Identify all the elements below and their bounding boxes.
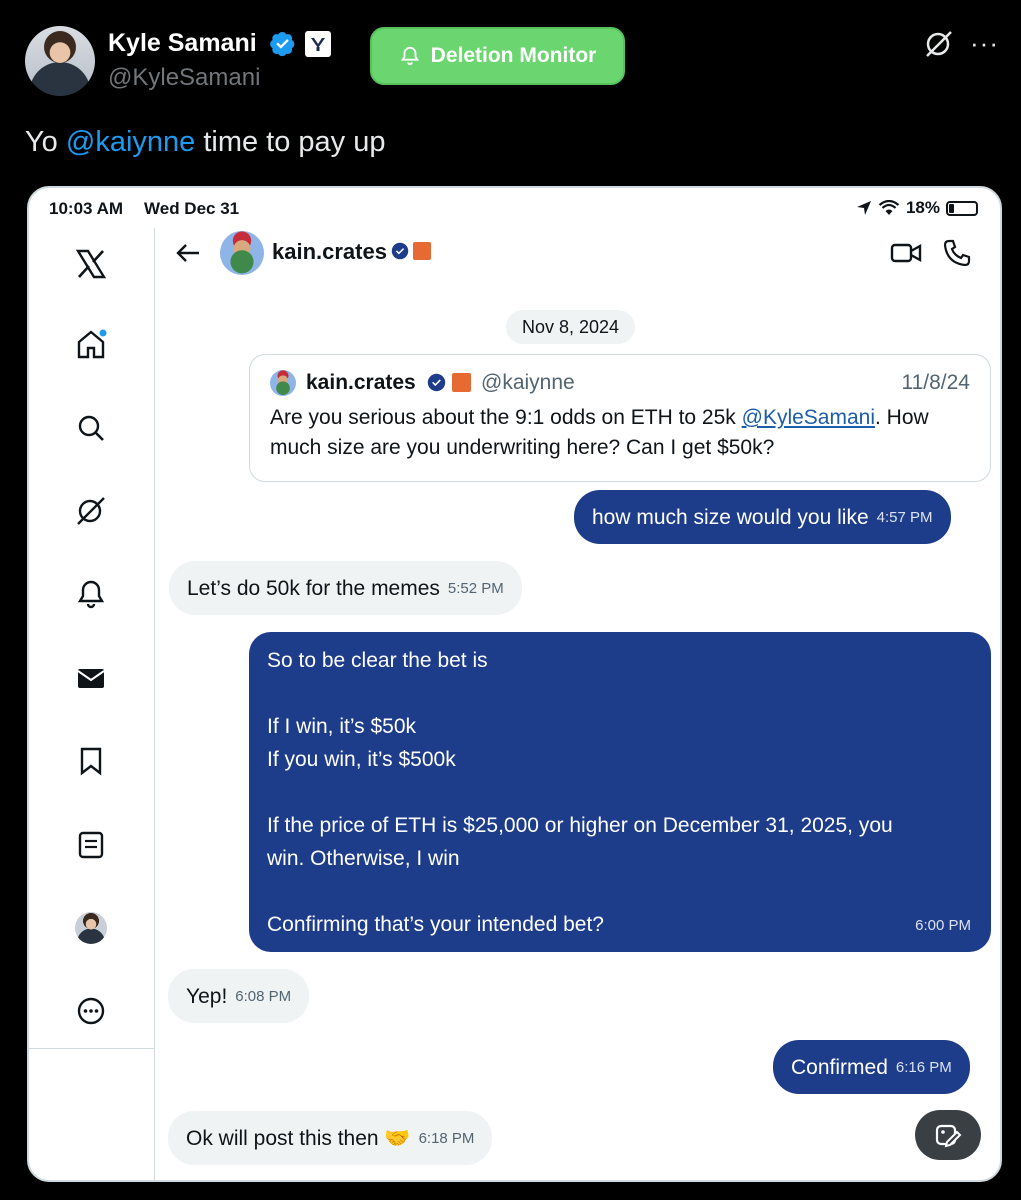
message-line bbox=[267, 875, 973, 908]
tweet-text-suffix: time to pay up bbox=[195, 126, 386, 158]
grok-icon[interactable] bbox=[922, 27, 956, 61]
message-time: 6:18 PM bbox=[418, 1129, 475, 1147]
message-outgoing[interactable]: how much size would you like 4:57 PM bbox=[574, 490, 951, 544]
message-line: If I win, it’s $50k bbox=[267, 715, 417, 738]
battery-icon bbox=[946, 200, 978, 216]
profile-avatar[interactable] bbox=[71, 908, 111, 948]
message-line: So to be clear the bet is bbox=[267, 649, 488, 672]
phone-call-icon[interactable] bbox=[942, 238, 972, 268]
bell-icon bbox=[400, 46, 419, 66]
message-line: If you win, it’s $500k bbox=[267, 748, 456, 771]
mention-link[interactable]: @kaiynne bbox=[66, 126, 195, 158]
affiliate-badge-icon bbox=[305, 31, 331, 57]
message-text: Let’s do 50k for the memes bbox=[187, 576, 440, 600]
deletion-monitor-button[interactable]: Deletion Monitor bbox=[370, 27, 625, 85]
affiliate-badge-icon bbox=[452, 373, 471, 392]
x-logo-icon[interactable] bbox=[71, 244, 111, 284]
home-icon[interactable] bbox=[71, 324, 111, 364]
message-outgoing[interactable]: So to be clear the bet is If I win, it’s… bbox=[249, 632, 991, 952]
message-text: Confirmed bbox=[791, 1055, 888, 1079]
message-outgoing[interactable]: Confirmed 6:16 PM bbox=[773, 1040, 970, 1094]
messages-icon[interactable] bbox=[71, 658, 111, 698]
quoted-post-card[interactable]: kain.crates @kaiynne 11/8/24 Are you ser… bbox=[249, 354, 991, 482]
sidebar-divider bbox=[29, 1048, 155, 1049]
conversation-header: kain.crates bbox=[155, 228, 1000, 284]
author-handle[interactable]: @KyleSamani bbox=[108, 64, 260, 92]
date-divider: Nov 8, 2024 bbox=[506, 310, 636, 344]
status-date: Wed Dec 31 bbox=[144, 199, 240, 218]
status-bar: 10:03 AM Wed Dec 31 18% bbox=[29, 188, 1000, 228]
message-text: Ok will post this then 🤝 bbox=[186, 1126, 411, 1150]
deletion-monitor-label: Deletion Monitor bbox=[430, 44, 597, 67]
message-time: 6:08 PM bbox=[235, 987, 292, 1005]
notifications-icon[interactable] bbox=[71, 574, 111, 614]
quote-author-avatar bbox=[270, 370, 296, 396]
message-time: 5:52 PM bbox=[447, 579, 504, 597]
edit-image-icon bbox=[935, 1124, 962, 1148]
quote-text: Are you serious about the 9:1 odds on ET… bbox=[270, 403, 975, 463]
wifi-icon bbox=[878, 200, 900, 215]
sidebar-border bbox=[154, 1048, 155, 1180]
search-icon[interactable] bbox=[71, 408, 111, 448]
message-incoming[interactable]: Ok will post this then 🤝 6:18 PM bbox=[168, 1111, 493, 1165]
quote-mention-link[interactable]: @KyleSamani bbox=[742, 406, 875, 429]
status-indicators: 18% bbox=[856, 198, 978, 218]
quote-author-handle: @kaiynne bbox=[481, 371, 575, 394]
sidebar-nav bbox=[29, 228, 155, 1048]
message-time: 6:00 PM bbox=[915, 917, 971, 934]
author-avatar[interactable] bbox=[25, 26, 95, 96]
video-call-icon[interactable] bbox=[890, 238, 922, 268]
lists-icon[interactable] bbox=[71, 825, 111, 865]
dm-screenshot[interactable]: 10:03 AM Wed Dec 31 18% kain.crates Nov … bbox=[27, 186, 1002, 1182]
grok-icon[interactable] bbox=[71, 491, 111, 531]
author-name[interactable]: Kyle Samani bbox=[108, 29, 257, 58]
back-arrow-icon[interactable] bbox=[173, 238, 203, 268]
tweet-text: Yo @kaiynne time to pay up bbox=[25, 126, 386, 159]
message-incoming[interactable]: Let’s do 50k for the memes 5:52 PM bbox=[169, 561, 522, 615]
message-line bbox=[267, 776, 973, 809]
more-options-icon[interactable]: ··· bbox=[970, 28, 999, 59]
message-text: Yep! bbox=[186, 984, 228, 1008]
message-text: how much size would you like bbox=[592, 505, 869, 529]
message-line: If the price of ETH is $25,000 or higher… bbox=[267, 814, 893, 837]
affiliate-badge-icon bbox=[413, 242, 431, 260]
quote-date: 11/8/24 bbox=[901, 371, 970, 394]
more-icon[interactable] bbox=[71, 991, 111, 1031]
message-line: Confirming that’s your intended bet? bbox=[267, 913, 604, 936]
location-arrow-icon bbox=[856, 201, 871, 215]
status-time: 10:03 AM bbox=[49, 199, 124, 218]
conversation-avatar[interactable] bbox=[220, 231, 264, 275]
message-line: win. Otherwise, I win bbox=[267, 847, 460, 870]
verified-badge-icon bbox=[270, 31, 295, 57]
verified-badge-icon bbox=[427, 373, 446, 392]
message-incoming[interactable]: Yep! 6:08 PM bbox=[168, 969, 310, 1023]
tweet-text-prefix: Yo bbox=[25, 126, 66, 158]
message-time: 4:57 PM bbox=[876, 508, 933, 526]
quote-text-before: Are you serious about the 9:1 odds on ET… bbox=[270, 406, 742, 429]
message-line bbox=[267, 677, 973, 710]
grok-compose-button[interactable] bbox=[915, 1110, 981, 1160]
conversation-name[interactable]: kain.crates bbox=[272, 239, 387, 265]
message-time: 6:16 PM bbox=[895, 1058, 952, 1076]
bookmarks-icon[interactable] bbox=[71, 741, 111, 781]
quote-author-name: kain.crates bbox=[306, 371, 416, 394]
battery-percent: 18% bbox=[905, 198, 940, 217]
verified-badge-icon bbox=[391, 242, 409, 260]
